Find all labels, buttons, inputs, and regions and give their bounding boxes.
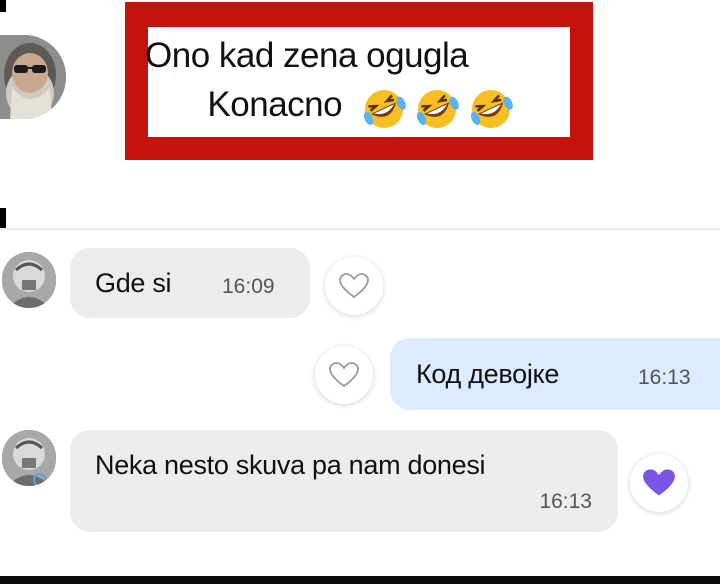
- heart-outline-icon: [339, 273, 369, 299]
- message-time: 16:13: [539, 490, 592, 513]
- rolling-on-floor-laughing-icon: [417, 90, 460, 128]
- message-text: Neka nesto skuva pa nam donesi: [95, 450, 486, 480]
- caption-frame: Ono kad zena ogugla Konacno: [125, 2, 593, 160]
- heart-outline-icon: [329, 362, 359, 388]
- reaction-button[interactable]: [315, 346, 373, 404]
- bottom-edge-bar: [0, 576, 720, 584]
- left-edge-bar: [0, 208, 6, 230]
- avatar[interactable]: [0, 35, 66, 119]
- message-text: Gde si: [95, 268, 172, 298]
- laughing-emoji-group: [360, 82, 513, 131]
- message-bubble[interactable]: Neka nesto skuva pa nam donesi 16:13: [70, 430, 618, 532]
- person-photo-icon: [0, 35, 66, 119]
- chat-thread: Gde si 16:09 Код девојке 16:13 Neka nest…: [0, 230, 720, 576]
- person-photo-icon: [2, 252, 56, 308]
- left-edge-bar: [0, 0, 6, 12]
- message-bubble[interactable]: Gde si 16:09: [70, 248, 310, 318]
- reaction-button[interactable]: [325, 257, 383, 315]
- caption-line-2-row: Konacno: [148, 80, 570, 131]
- message-text: Код девојке: [416, 359, 560, 389]
- caption-line-1: Ono kad zena ogugla: [145, 36, 469, 75]
- message-time: 16:13: [638, 366, 691, 389]
- message-time: 16:09: [222, 275, 275, 298]
- message-bubble[interactable]: Код девојке 16:13: [390, 338, 720, 410]
- sender-avatar[interactable]: [2, 252, 56, 308]
- caption-panel: Ono kad zena ogugla Konacno: [145, 27, 570, 137]
- person-photo-icon: [2, 430, 56, 486]
- rolling-on-floor-laughing-icon: [470, 90, 513, 128]
- sender-avatar[interactable]: [2, 430, 56, 486]
- caption-line-2: Konacno: [207, 85, 343, 124]
- reaction-button[interactable]: [630, 454, 688, 512]
- rolling-on-floor-laughing-icon: [363, 90, 406, 128]
- post-header: Ono kad zena ogugla Konacno: [0, 0, 720, 230]
- heart-filled-icon: [643, 469, 675, 496]
